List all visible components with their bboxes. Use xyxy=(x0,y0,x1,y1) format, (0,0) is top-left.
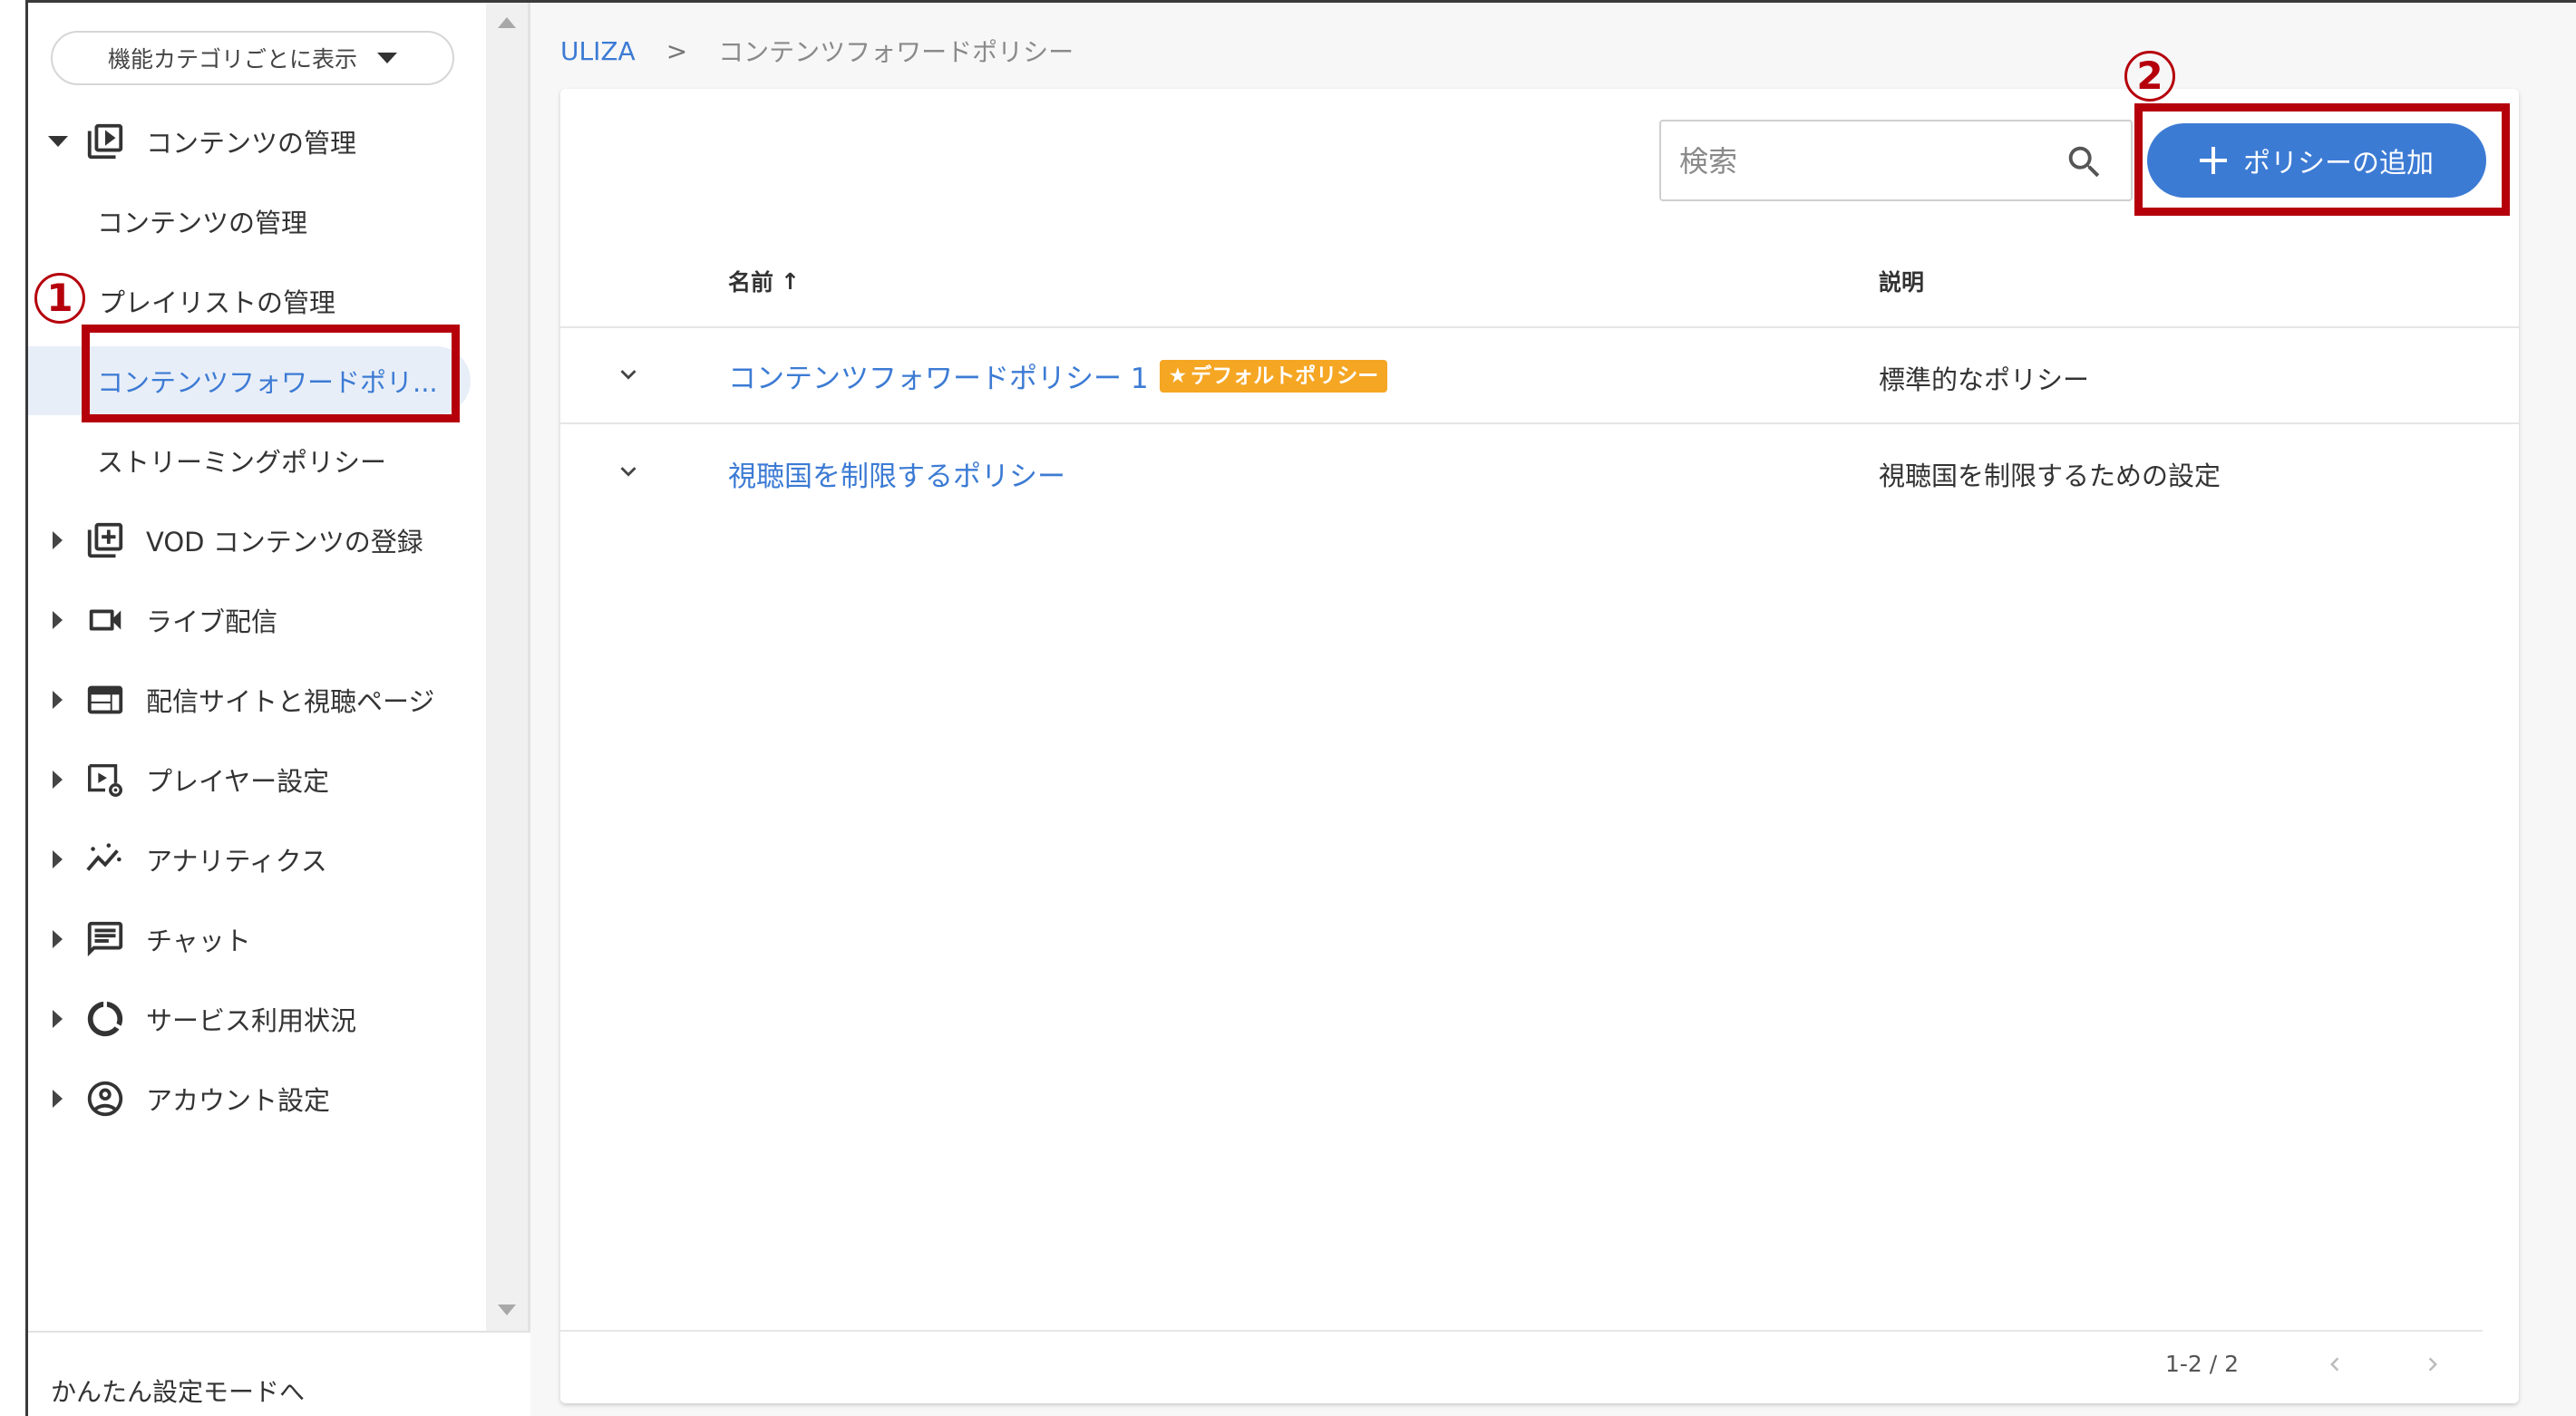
sidebar-section-label: アナリティクス xyxy=(146,846,327,877)
sidebar-scrollbar[interactable] xyxy=(486,3,528,1334)
account-icon xyxy=(84,1078,126,1120)
row-divider xyxy=(560,422,2519,424)
sidebar-section-content-management[interactable]: コンテンツの管理 xyxy=(28,109,486,174)
expand-row-chevron-icon[interactable] xyxy=(613,456,644,487)
library-add-icon xyxy=(84,519,126,561)
policy-name-cell[interactable]: コンテンツフォワードポリシー 1 ★ デフォルトポリシー xyxy=(728,355,1388,396)
breadcrumb: ULIZA > コンテンツフォワードポリシー xyxy=(560,33,1074,69)
web-layout-icon xyxy=(84,679,126,721)
sidebar-item-streaming-policy[interactable]: ストリーミングポリシー xyxy=(28,426,486,495)
sidebar-section-label: VOD コンテンツの登録 xyxy=(146,527,423,558)
search-field[interactable] xyxy=(1659,120,2133,201)
pagination-range: 1-2 / 2 xyxy=(2165,1351,2240,1377)
sidebar-section-label: ライブ配信 xyxy=(146,606,278,637)
chat-icon xyxy=(84,918,126,960)
policy-description-cell: 視聴国を制限するための設定 xyxy=(1879,461,2221,491)
sidebar-section-chat[interactable]: チャット xyxy=(28,907,486,972)
sidebar-section-label: チャット xyxy=(146,926,251,956)
sidebar-section-vod-registration[interactable]: VOD コンテンツの登録 xyxy=(28,508,486,573)
sidebar-section-label: サービス利用状況 xyxy=(146,1005,357,1036)
policy-description-cell: 標準的なポリシー xyxy=(1879,364,2090,395)
easy-mode-label: かんたん設定モードへ xyxy=(51,1377,306,1407)
sidebar-section-label: コンテンツの管理 xyxy=(146,128,357,159)
policy-name-cell[interactable]: 視聴国を制限するポリシー xyxy=(728,453,1065,494)
analytics-icon xyxy=(84,839,126,880)
play-library-icon xyxy=(84,121,126,162)
breadcrumb-current: コンテンツフォワードポリシー xyxy=(718,37,1074,67)
breadcrumb-root-link[interactable]: ULIZA xyxy=(560,36,636,66)
sidebar-item-content-management[interactable]: コンテンツの管理 xyxy=(28,187,486,256)
category-view-label: 機能カテゴリごとに表示 xyxy=(107,46,357,73)
expand-right-icon xyxy=(53,771,63,789)
column-header-description-label: 説明 xyxy=(1879,269,1925,296)
videocam-icon xyxy=(84,599,126,641)
expand-right-icon xyxy=(53,691,63,709)
sidebar-section-usage[interactable]: サービス利用状況 xyxy=(28,986,486,1052)
scroll-up-arrow-icon[interactable] xyxy=(498,17,516,28)
prev-page-chevron-icon[interactable] xyxy=(2321,1351,2348,1378)
sidebar-section-label: アカウント設定 xyxy=(146,1085,331,1116)
sidebar-divider xyxy=(528,3,530,1416)
policy-name-link[interactable]: 視聴国を制限するポリシー xyxy=(728,453,1065,494)
sidebar-section-label: プレイヤー設定 xyxy=(146,766,330,797)
annotation-marker-1: 1 xyxy=(34,273,85,324)
sidebar-section-live[interactable]: ライブ配信 xyxy=(28,587,486,653)
caret-down-icon xyxy=(377,53,397,63)
expand-right-icon xyxy=(53,930,63,948)
default-policy-badge-label: デフォルトポリシー xyxy=(1191,364,1379,388)
column-header-name-label: 名前 xyxy=(728,269,774,296)
expand-right-icon xyxy=(53,1010,63,1028)
star-icon: ★ xyxy=(1168,364,1188,388)
search-icon[interactable] xyxy=(2064,141,2105,183)
expand-row-chevron-icon[interactable] xyxy=(613,359,644,390)
sidebar-section-analytics[interactable]: アナリティクス xyxy=(28,827,486,892)
sidebar-item-label: プレイリストの管理 xyxy=(99,287,336,318)
breadcrumb-separator: > xyxy=(666,35,688,66)
annotation-highlight-2 xyxy=(2134,103,2510,216)
expand-right-icon xyxy=(53,1090,63,1108)
expand-down-icon xyxy=(48,136,68,147)
expand-right-icon xyxy=(53,531,63,549)
next-page-chevron-icon[interactable] xyxy=(2419,1351,2446,1378)
usage-donut-icon xyxy=(84,998,126,1040)
header-divider xyxy=(560,326,2519,328)
column-header-name[interactable]: 名前 ↑ xyxy=(728,265,800,297)
sidebar-item-label: コンテンツの管理 xyxy=(97,208,308,238)
sidebar-item-label: ストリーミングポリシー xyxy=(97,447,387,478)
search-input[interactable] xyxy=(1679,140,2042,183)
annotation-highlight-1 xyxy=(82,325,460,422)
scroll-down-arrow-icon[interactable] xyxy=(498,1304,516,1315)
policy-name-link[interactable]: コンテンツフォワードポリシー 1 xyxy=(728,355,1149,396)
annotation-marker-2: 2 xyxy=(2124,51,2175,102)
expand-right-icon xyxy=(53,611,63,629)
player-settings-icon xyxy=(84,759,126,800)
easy-mode-link[interactable]: かんたん設定モードへ xyxy=(28,1331,530,1416)
sidebar-section-label: 配信サイトと視聴ページ xyxy=(146,686,435,717)
sidebar-section-player[interactable]: プレイヤー設定 xyxy=(28,747,486,812)
expand-right-icon xyxy=(53,850,63,868)
column-header-description[interactable]: 説明 xyxy=(1879,265,1924,297)
default-policy-badge: ★ デフォルトポリシー xyxy=(1159,359,1388,393)
policy-list-card xyxy=(560,89,2519,1403)
category-view-select[interactable]: 機能カテゴリごとに表示 xyxy=(51,31,454,85)
sidebar-section-account[interactable]: アカウント設定 xyxy=(28,1066,486,1131)
sort-arrow-icon: ↑ xyxy=(781,267,800,295)
sidebar-section-sites[interactable]: 配信サイトと視聴ページ xyxy=(28,667,486,732)
footer-divider xyxy=(560,1330,2483,1332)
